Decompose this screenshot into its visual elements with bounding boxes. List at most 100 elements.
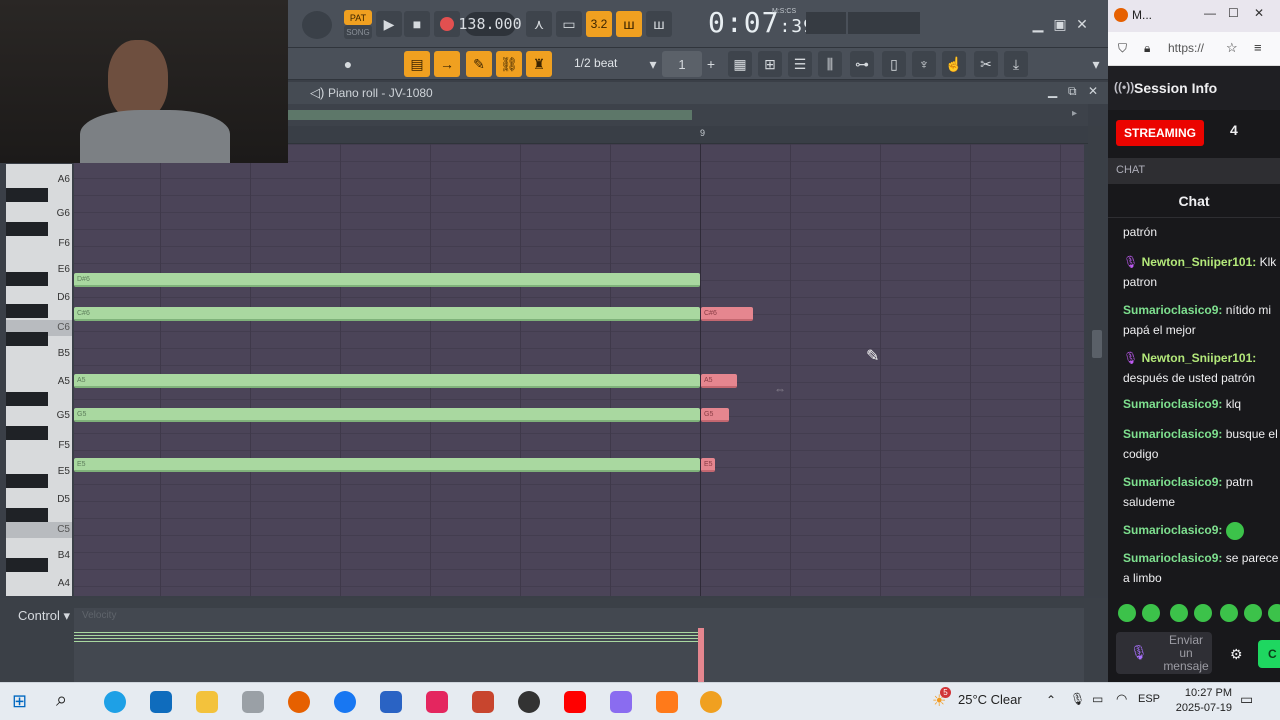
black-key[interactable] [6, 332, 48, 346]
weather-text[interactable]: 25°C Clear [958, 692, 1022, 707]
stamp-tool-button[interactable]: ♜ [526, 51, 552, 77]
note[interactable]: D#6 [74, 273, 700, 287]
stamp-value-field[interactable]: 1 [662, 51, 702, 77]
edge-icon[interactable] [104, 691, 126, 713]
windows-start-icon[interactable]: ⊞ [12, 691, 27, 712]
playlist-button[interactable]: ⊞ [758, 51, 782, 77]
chat-send-button[interactable]: C [1258, 640, 1280, 668]
note[interactable]: A5 [701, 374, 737, 388]
browser-tab-title[interactable]: M... [1132, 8, 1152, 22]
emote-icon[interactable] [1244, 604, 1262, 622]
play-button[interactable]: ▶ [376, 11, 402, 37]
search-icon[interactable]: ⌕ [56, 689, 67, 712]
outlook-icon[interactable] [150, 691, 172, 713]
url-field[interactable]: https:// [1168, 41, 1204, 55]
tempo-display[interactable]: 138.000 [458, 12, 522, 36]
shopping-icon[interactable] [656, 691, 678, 713]
facebook-icon[interactable] [334, 691, 356, 713]
black-key[interactable] [6, 392, 48, 406]
wait-input-button[interactable]: ▭ [556, 11, 582, 37]
link-button[interactable]: ⛓ [496, 51, 522, 77]
mixer-button[interactable]: ⫼ [818, 51, 842, 77]
snap-dropdown[interactable]: ▾ [646, 51, 660, 77]
black-key[interactable] [6, 188, 48, 202]
maximize-button[interactable]: ▣ [1050, 14, 1070, 34]
chat-username[interactable]: Sumarioclasico9: [1123, 303, 1222, 317]
minimize-button[interactable]: ▁ [1028, 14, 1048, 34]
note[interactable]: E5 [701, 458, 715, 472]
black-key[interactable] [6, 304, 48, 318]
fl-studio-icon[interactable] [700, 691, 722, 713]
black-key[interactable] [6, 222, 48, 236]
note[interactable]: E5 [74, 458, 700, 472]
minimize-icon[interactable]: ▁ [1048, 84, 1057, 98]
piano-keyboard[interactable]: A6 G6 F6 E6 D6 C6 B5 A5 G5 F5 E5 D5 C5 B4 A4 [6, 164, 72, 596]
firefox-taskbar-icon[interactable] [288, 691, 310, 713]
note[interactable]: G5 [701, 408, 729, 422]
blend-notes-button[interactable]: ш [616, 11, 642, 37]
song-mode-button[interactable]: SONG [344, 25, 372, 39]
chat-username[interactable]: Newton_Sniiper101: [1142, 255, 1257, 269]
close-button[interactable]: ✕ [1072, 14, 1092, 34]
maximize-icon[interactable]: ☐ [1228, 6, 1239, 20]
control-selector[interactable]: Control ▾ [18, 608, 70, 624]
note-grid[interactable]: D#6 C#6 C#6 A5 A5 G5 G5 E5 E5 [74, 144, 1084, 596]
pencil-tool-button[interactable]: ✎ [466, 51, 492, 77]
gear-icon[interactable]: ⚙ [1230, 646, 1243, 663]
touch-controller-button[interactable]: ☝ [942, 51, 966, 77]
scroll-thumb[interactable] [1092, 330, 1102, 358]
emote-icon[interactable] [1194, 604, 1212, 622]
emote-icon[interactable] [1220, 604, 1238, 622]
minimize-icon[interactable]: — [1204, 6, 1216, 20]
black-key[interactable] [6, 474, 48, 488]
chat-username[interactable]: Sumarioclasico9: [1123, 475, 1222, 489]
close-icon[interactable]: ✕ [1254, 6, 1264, 20]
piano-roll-menu-button[interactable]: ▤ [404, 51, 430, 77]
pitch-knob[interactable]: ● [338, 51, 358, 77]
chevron-right-icon[interactable]: ▸ [1072, 108, 1077, 119]
mic-icon[interactable]: 🎙︎ [1130, 644, 1148, 661]
emote-icon[interactable] [1142, 604, 1160, 622]
black-key[interactable] [6, 272, 48, 286]
step-sequencer-button[interactable]: ▦ [728, 51, 752, 77]
wifi-icon[interactable]: ◠ [1116, 691, 1127, 707]
star-icon[interactable]: ☆ [1226, 40, 1238, 56]
black-key[interactable] [6, 508, 48, 522]
metronome-button[interactable]: ⋏ [526, 11, 552, 37]
note[interactable]: C#6 [701, 307, 753, 321]
obs-icon[interactable] [518, 691, 540, 713]
copilot-icon[interactable] [610, 691, 632, 713]
export-button[interactable]: ⤓ [1004, 51, 1028, 77]
emote-icon[interactable] [1118, 604, 1136, 622]
step-edit-button[interactable]: 3.2 [586, 11, 612, 37]
file-explorer-icon[interactable] [196, 691, 218, 713]
hamburger-icon[interactable]: ≡ [1254, 40, 1262, 55]
emote-icon[interactable] [1268, 604, 1280, 622]
chat-tab[interactable]: CHAT [1108, 158, 1280, 184]
vertical-scrollbar[interactable] [1088, 126, 1106, 596]
restore-icon[interactable]: ⧉ [1068, 84, 1077, 99]
plugin-picker-button[interactable]: ♆ [912, 51, 936, 77]
piano-roll-title[interactable]: Piano roll - JV-1080 [328, 86, 433, 100]
audio-app-icon[interactable] [242, 691, 264, 713]
chat-username[interactable]: Sumarioclasico9: [1123, 551, 1222, 565]
save-button[interactable]: ✂ [974, 51, 998, 77]
black-key[interactable] [6, 426, 48, 440]
velocity-bar-selected[interactable] [698, 628, 704, 682]
notification-icon[interactable]: ▭ [1240, 691, 1253, 708]
record-button[interactable] [434, 11, 460, 37]
mic-tray-icon[interactable]: 🎙︎ [1070, 692, 1085, 706]
note[interactable]: C#6 [74, 307, 700, 321]
tiktok-icon[interactable] [426, 691, 448, 713]
note[interactable]: A5 [74, 374, 700, 388]
language-indicator[interactable]: ESP [1138, 693, 1160, 705]
velocity-area[interactable]: Velocity [74, 608, 1084, 682]
chat-username[interactable]: Sumarioclasico9: [1123, 523, 1222, 537]
battery-icon[interactable]: ▭ [1092, 692, 1103, 706]
shield-icon[interactable]: ⛉ [1118, 41, 1127, 56]
chat-username[interactable]: Newton_Sniiper101: [1142, 351, 1257, 365]
time-display[interactable]: 0:07:39 [708, 6, 815, 39]
app-icon[interactable] [472, 691, 494, 713]
chat-username[interactable]: Sumarioclasico9: [1123, 397, 1222, 411]
increment-button[interactable]: + [704, 51, 718, 77]
